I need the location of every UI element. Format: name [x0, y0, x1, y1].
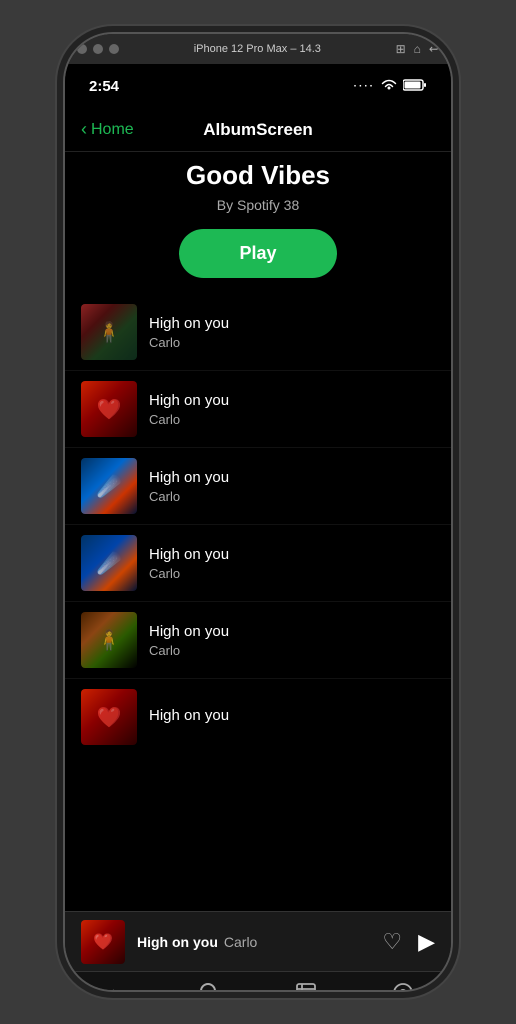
track-thumbnail: ☄️: [81, 535, 137, 591]
back-label[interactable]: Home: [91, 121, 134, 139]
track-title: High on you: [149, 469, 435, 486]
track-info: High on you Carlo: [149, 623, 435, 658]
mini-player[interactable]: ❤️ High on you Carlo ♡ ▶: [65, 911, 451, 971]
phone-frame: iPhone 12 Pro Max – 14.3 ⊞ ⌂ ↩ 2:54 ····: [63, 32, 453, 992]
mini-art-icon: ❤️: [81, 920, 125, 964]
play-button[interactable]: Play: [179, 229, 336, 278]
track-title: High on you: [149, 707, 435, 724]
signal-dots-icon: ····: [354, 81, 375, 92]
art-heart2-icon: ❤️: [81, 689, 137, 745]
mini-player-thumbnail: ❤️: [81, 920, 125, 964]
track-title: High on you: [149, 546, 435, 563]
track-thumbnail: 🧍: [81, 304, 137, 360]
battery-icon: [403, 78, 427, 95]
track-item[interactable]: ❤️ High on you Carlo: [65, 371, 451, 448]
art-comet-icon: ☄️: [81, 458, 137, 514]
back-button[interactable]: ‹ Home: [81, 119, 134, 140]
track-thumbnail: ☄️: [81, 458, 137, 514]
maximize-dot[interactable]: [109, 44, 119, 54]
nav-item-search[interactable]: Search: [162, 982, 259, 992]
status-icons: ····: [354, 78, 427, 95]
track-thumbnail: 🧍: [81, 612, 137, 668]
track-artist: Carlo: [149, 489, 435, 504]
art-figure-icon: 🧍: [81, 304, 137, 360]
nav-item-premium[interactable]: Premium: [355, 982, 452, 992]
home-nav-icon: ⌂: [107, 982, 120, 992]
art-heart-icon: ❤️: [81, 381, 137, 437]
art-comet2-icon: ☄️: [81, 535, 137, 591]
track-info: High on you Carlo: [149, 469, 435, 504]
track-title: High on you: [149, 315, 435, 332]
album-title: Good Vibes: [81, 160, 435, 191]
track-thumbnail: ❤️: [81, 381, 137, 437]
library-nav-icon: [295, 982, 317, 992]
grid-icon: ⊞: [396, 42, 406, 56]
wifi-icon: [381, 78, 397, 95]
back-icon: ↩: [429, 42, 439, 56]
track-item[interactable]: ☄️ High on you Carlo: [65, 448, 451, 525]
track-info: High on you Carlo: [149, 546, 435, 581]
track-artist: Carlo: [149, 412, 435, 427]
title-bar-icons: ⊞ ⌂ ↩: [396, 42, 439, 56]
mini-track-artist: Carlo: [224, 934, 257, 950]
track-info: High on you Carlo: [149, 392, 435, 427]
mini-track-title: High on you: [137, 934, 218, 950]
title-bar: iPhone 12 Pro Max – 14.3 ⊞ ⌂ ↩: [65, 34, 451, 64]
window-title: iPhone 12 Pro Max – 14.3: [194, 43, 321, 55]
status-bar: 2:54 ····: [65, 64, 451, 108]
art-figure2-icon: 🧍: [81, 612, 137, 668]
main-content: Good Vibes By Spotify 38 Play 🧍 High on …: [65, 152, 451, 911]
track-thumbnail: ❤️: [81, 689, 137, 745]
mini-controls: ♡ ▶: [382, 929, 435, 955]
album-meta: By Spotify 38: [81, 197, 435, 213]
time: 2:54: [89, 78, 119, 95]
album-header: Good Vibes By Spotify 38 Play: [65, 152, 451, 294]
track-title: High on you: [149, 623, 435, 640]
search-nav-icon: [199, 982, 221, 992]
album-track-count: 38: [284, 197, 300, 213]
track-item-partial[interactable]: ❤️ High on you: [65, 679, 451, 755]
minimize-dot[interactable]: [93, 44, 103, 54]
window-controls[interactable]: [77, 44, 119, 54]
chevron-left-icon: ‹: [81, 119, 87, 140]
premium-nav-icon: [392, 982, 414, 992]
close-dot[interactable]: [77, 44, 87, 54]
track-artist: Carlo: [149, 643, 435, 658]
mini-play-button[interactable]: ▶: [418, 929, 435, 955]
track-item[interactable]: 🧍 High on you Carlo: [65, 602, 451, 679]
track-list: 🧍 High on you Carlo ❤️ High on you Carlo: [65, 294, 451, 755]
track-title: High on you: [149, 392, 435, 409]
track-item[interactable]: 🧍 High on you Carlo: [65, 294, 451, 371]
nav-bar: ‹ Home AlbumScreen: [65, 108, 451, 152]
track-artist: Carlo: [149, 566, 435, 581]
track-item[interactable]: ☄️ High on you Carlo: [65, 525, 451, 602]
nav-item-home[interactable]: ⌂ Home: [65, 982, 162, 992]
screen-title: AlbumScreen: [203, 120, 313, 140]
track-info: High on you: [149, 707, 435, 727]
heart-button[interactable]: ♡: [382, 929, 402, 955]
home-icon: ⌂: [414, 42, 421, 56]
nav-item-library[interactable]: Your Library: [258, 982, 355, 992]
track-info: High on you Carlo: [149, 315, 435, 350]
album-by-label: By Spotify: [217, 197, 284, 213]
track-artist: Carlo: [149, 335, 435, 350]
bottom-nav: ⌂ Home Search Your Library: [65, 971, 451, 992]
mini-player-info: High on you Carlo: [137, 934, 370, 950]
